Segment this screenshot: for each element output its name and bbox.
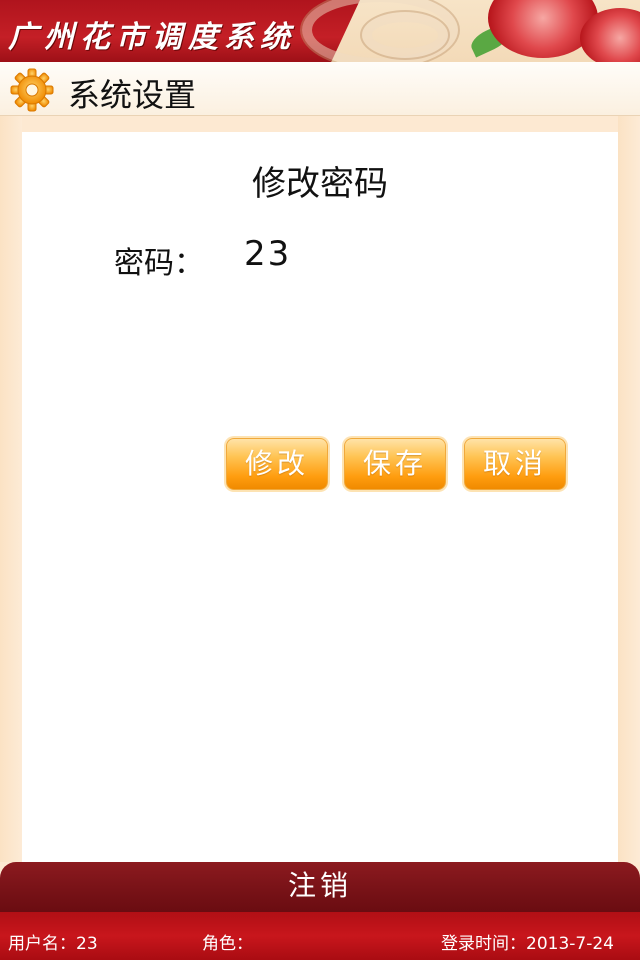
logout-button[interactable]: 注销 (0, 862, 640, 912)
cancel-button[interactable]: 取消 (464, 438, 566, 490)
banner-swirl-decoration (360, 10, 450, 60)
edit-button[interactable]: 修改 (226, 438, 328, 490)
right-side-decoration (618, 116, 640, 862)
save-button[interactable]: 保存 (344, 438, 446, 490)
left-side-decoration (0, 116, 22, 862)
section-header: 系统设置 (0, 62, 640, 116)
app-title: 广州花市调度系统 (8, 20, 296, 55)
status-footer: 用户名：23 角色： 登录时间：2013-7-24 (0, 912, 640, 960)
card-title: 修改密码 (252, 164, 388, 204)
section-title: 系统设置 (68, 76, 197, 114)
username-status: 用户名：23 (8, 934, 98, 954)
gear-icon (10, 68, 54, 112)
password-label: 密码： (114, 246, 204, 281)
password-value[interactable]: 23 (244, 234, 291, 274)
login-time-status: 登录时间：2013-7-24 (441, 934, 614, 954)
header-banner: 广州花市调度系统 (0, 0, 640, 62)
change-password-card: 修改密码 密码： 23 修改 保存 取消 (22, 132, 618, 862)
role-status: 角色： (202, 934, 253, 954)
